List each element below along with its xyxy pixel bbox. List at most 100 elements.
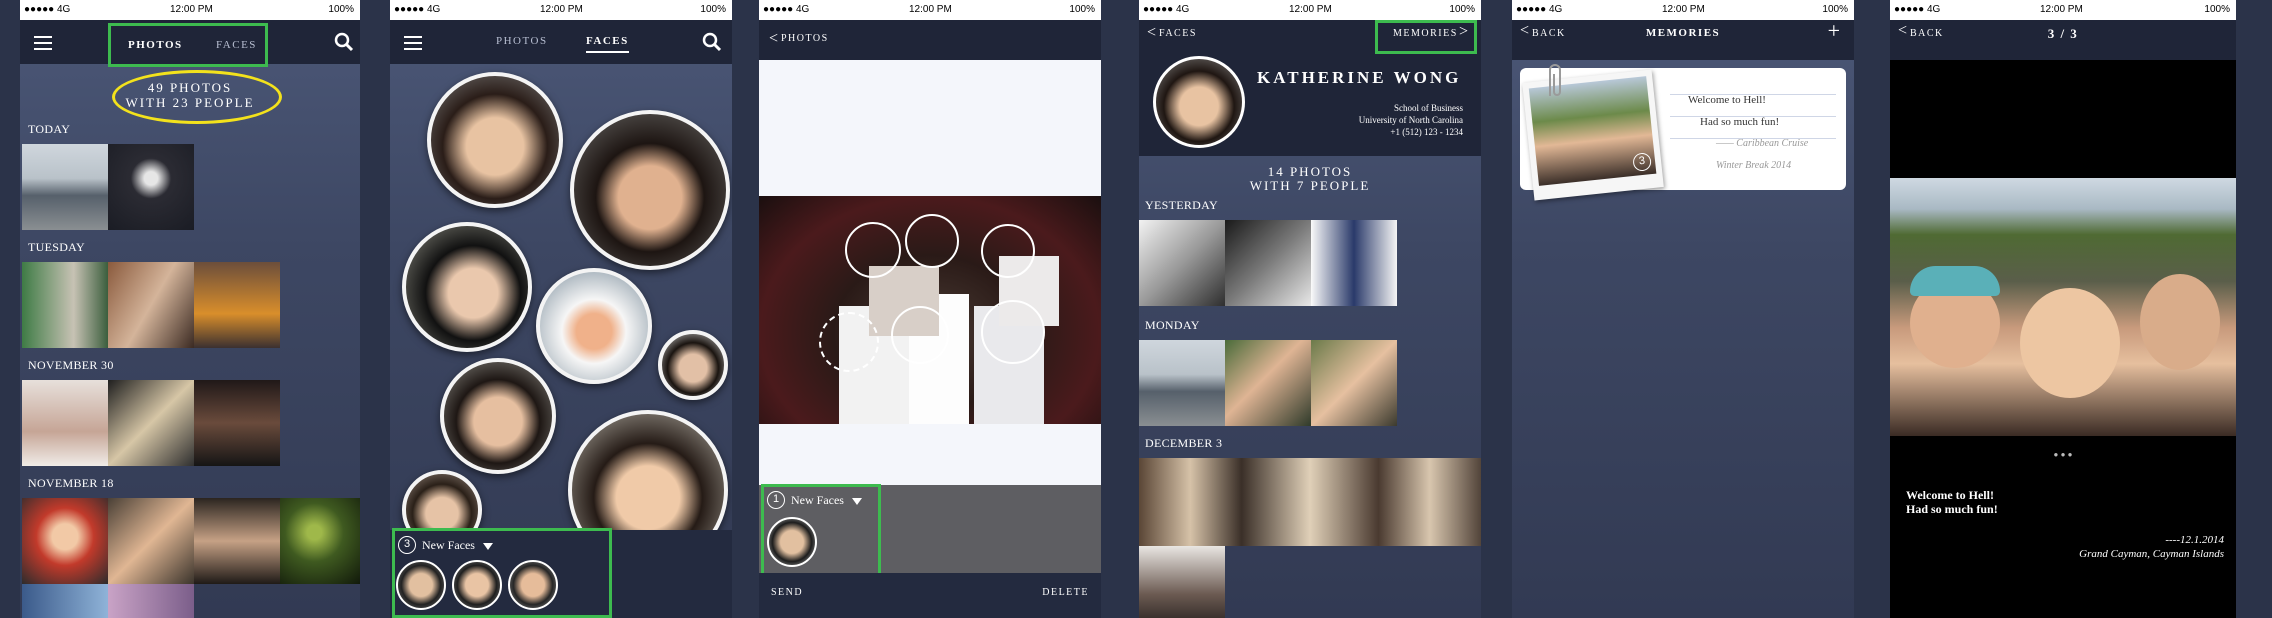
photo-thumbnail[interactable] [194,262,280,348]
signal-indicator: ●●●●● 4G [1143,4,1190,15]
avatar [1153,56,1245,148]
status-bar: ●●●●● 4G 12:00 PM 100% [1512,0,1854,20]
memory-card[interactable]: 3 Welcome to Hell! Had so much fun! —— C… [1520,64,1846,201]
photo-thumbnail[interactable] [108,498,194,584]
delete-button[interactable]: DELETE [1042,587,1089,598]
status-time: 12:00 PM [170,4,213,15]
person-phone: +1 (512) 123 - 1234 [1390,127,1463,137]
nav-bar: < BACK MEMORIES + [1512,18,1854,60]
face-marker[interactable] [981,224,1035,278]
back-chevron-icon[interactable]: < [769,30,780,48]
screen-memories: ●●●●● 4G 12:00 PM 100% < BACK MEMORIES +… [1512,0,1854,618]
photo-thumbnail[interactable] [22,584,108,618]
status-bar: ●●●●● 4G 12:00 PM 100% [759,0,1101,20]
face-bubble[interactable] [536,268,652,384]
memory-note-line-2: Had so much fun! [1700,116,1780,128]
photo-thumbnail[interactable] [108,380,194,466]
photo-thumbnail[interactable] [22,262,108,348]
section-nov30: NOVEMBER 30 [28,358,114,372]
caption-line-1: Welcome to Hell! [1906,488,1994,502]
battery-indicator: 100% [700,4,726,15]
photo-thumbnail[interactable] [108,144,194,230]
battery-indicator: 100% [1069,4,1095,15]
photo-thumbnail[interactable] [1139,340,1225,426]
send-button[interactable]: SEND [771,587,803,598]
tabs-highlight [108,23,268,67]
battery-indicator: 100% [328,4,354,15]
section-monday: MONDAY [1145,318,1200,332]
status-time: 12:00 PM [2040,4,2083,15]
memory-note-line-1: Welcome to Hell! [1688,94,1766,106]
photo-thumbnail[interactable] [1311,340,1397,426]
face-bubble[interactable] [427,72,563,208]
photo-thumbnail[interactable] [108,262,194,348]
signal-indicator: ●●●●● 4G [24,4,71,15]
status-time: 12:00 PM [909,4,952,15]
memory-note-line-3: —— Caribbean Cruise [1716,138,1809,149]
person-name: KATHERINE WONG [1257,68,1462,87]
face-bubble[interactable] [402,222,532,352]
face-marker[interactable] [981,300,1045,364]
screen-faces: ●●●●● 4G 12:00 PM 100% PHOTOS FACES 3 Ne… [390,0,732,618]
page-dots[interactable]: ● ● ● [2048,451,2078,459]
photo-thumbnail[interactable] [108,584,194,618]
back-button[interactable]: PHOTOS [781,33,829,44]
face-marker[interactable] [891,306,949,364]
nav-bar: < BACK 3 / 3 [1890,20,2236,60]
summary-line-1: 49 PHOTOS [147,80,233,95]
person-university: University of North Carolina [1358,115,1463,125]
section-dec3: DECEMBER 3 [1145,436,1223,450]
tab-photos[interactable]: PHOTOS [496,35,548,47]
photo-thumbnail[interactable] [1139,458,1481,546]
summary-line-2: WITH 23 PEOPLE [125,95,255,110]
memory-photo[interactable] [1890,178,2236,436]
caption-line-2: Had so much fun! [1906,502,1998,516]
face-marker[interactable] [845,222,901,278]
status-time: 12:00 PM [1289,4,1332,15]
face-marker[interactable] [905,214,959,268]
paperclip-icon [1549,64,1561,96]
search-icon[interactable] [702,32,722,52]
back-button[interactable]: FACES [1159,28,1197,39]
photo-thumbnail[interactable] [1225,220,1311,306]
status-time: 12:00 PM [540,4,583,15]
menu-icon[interactable] [404,36,422,50]
photo-thumbnail[interactable] [1225,340,1311,426]
face-bubble[interactable] [658,330,728,400]
memories-highlight [1375,20,1477,54]
photo-thumbnail[interactable] [22,380,108,466]
nav-bar: < PHOTOS [759,20,1101,60]
page-counter: 3 / 3 [2047,26,2079,41]
signal-indicator: ●●●●● 4G [1894,4,1941,15]
search-icon[interactable] [334,32,354,52]
photo-thumbnail[interactable] [22,498,108,584]
status-bar: ●●●●● 4G 12:00 PM 100% [390,0,732,20]
photo-thumbnail[interactable] [22,144,108,230]
status-time: 12:00 PM [1662,4,1705,15]
signal-indicator: ●●●●● 4G [763,4,810,15]
section-today: TODAY [28,122,71,136]
battery-indicator: 100% [1822,4,1848,15]
new-faces-highlight [761,484,881,576]
section-yesterday: YESTERDAY [1145,198,1218,212]
face-bubble[interactable] [570,110,730,270]
back-chevron-icon[interactable]: < [1147,24,1158,42]
tab-faces[interactable]: FACES [586,35,629,53]
photo-thumbnail[interactable] [194,498,280,584]
screen-photo-detail: ●●●●● 4G 12:00 PM 100% < PHOTOS 1 New Fa… [759,0,1101,618]
photo-thumbnail[interactable] [194,380,280,466]
photo-thumbnail[interactable] [280,498,360,584]
screen-photos: ●●●●● 4G 12:00 PM 100% PHOTOS FACES 49 P… [20,0,360,618]
photo-thumbnail[interactable] [1139,220,1225,306]
face-bubble[interactable] [440,358,556,474]
face-marker-new[interactable] [819,312,879,372]
add-button[interactable]: + [1828,18,1840,44]
menu-icon[interactable] [34,36,52,50]
photo-thumbnail[interactable] [1311,220,1397,306]
nav-bar: PHOTOS FACES [390,20,732,64]
status-bar: ●●●●● 4G 12:00 PM 100% [1890,0,2236,20]
battery-indicator: 100% [1449,4,1475,15]
signal-indicator: ●●●●● 4G [394,4,441,15]
signal-indicator: ●●●●● 4G [1516,4,1563,15]
photo-thumbnail[interactable] [1139,546,1225,618]
